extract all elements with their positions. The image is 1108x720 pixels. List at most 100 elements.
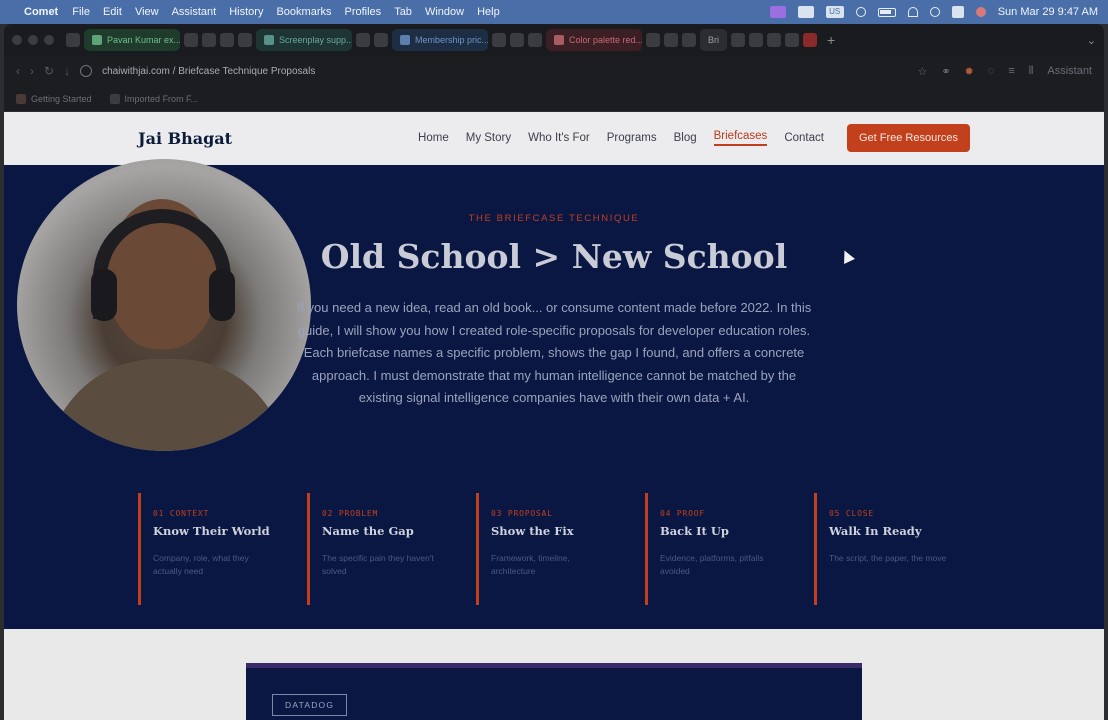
tab-overflow-icon[interactable]: ⌄ <box>1087 34 1096 47</box>
tab-color-palette[interactable]: Color palette red... <box>546 29 642 51</box>
split-view-icon[interactable]: ⫴ <box>1029 65 1034 78</box>
new-tab-icon[interactable]: + <box>827 32 835 48</box>
step-number: 05 CLOSE <box>829 509 874 518</box>
extension-icon[interactable]: ✹ <box>965 65 974 78</box>
minimize-window-button[interactable] <box>28 35 38 45</box>
pinned-tab-icon[interactable] <box>528 33 542 47</box>
tab-current[interactable]: Bri <box>700 29 727 51</box>
control-center-icon[interactable] <box>951 6 964 18</box>
sheet-icon <box>92 35 102 45</box>
pinned-tab-icon[interactable] <box>664 33 678 47</box>
youtube-tab-icon[interactable] <box>803 33 817 47</box>
web-page: Jai Bhagat Home My Story Who It's For Pr… <box>4 112 1104 720</box>
site-nav: Home My Story Who It's For Programs Blog… <box>418 124 970 152</box>
reload-icon[interactable]: ↻ <box>44 64 54 78</box>
pinned-tab-icon[interactable] <box>492 33 506 47</box>
step-description: Company, role, what they actually need <box>153 553 249 576</box>
tab-membership[interactable]: Membership pric... <box>392 29 488 51</box>
menu-edit[interactable]: Edit <box>103 6 122 18</box>
input-source-badge[interactable]: US <box>825 6 844 18</box>
step-close: 05 CLOSE Walk In Ready The script, the p… <box>814 493 983 605</box>
pinned-tab-icon[interactable] <box>356 33 370 47</box>
site-info-icon[interactable] <box>80 65 93 77</box>
hero-headline: Old School > New School <box>320 237 788 276</box>
github-tab-icon[interactable] <box>374 33 388 47</box>
menu-history[interactable]: History <box>229 6 263 18</box>
bookmark-star-icon[interactable]: ☆ <box>917 65 927 78</box>
presenter-body <box>47 359 287 451</box>
zoom-window-button[interactable] <box>44 35 54 45</box>
wifi-icon[interactable] <box>907 7 918 17</box>
hero-lead: If you need a new idea, read an old book… <box>296 300 812 405</box>
step-description: The specific pain they haven't solved <box>322 553 434 576</box>
bookmark-getting-started[interactable]: Getting Started <box>16 93 92 104</box>
url-field[interactable]: chaiwithjai.com / Briefcase Technique Pr… <box>102 66 315 77</box>
nav-contact[interactable]: Contact <box>784 132 824 144</box>
notion-icon[interactable] <box>797 6 814 18</box>
back-icon[interactable]: ‹ <box>16 64 20 78</box>
download-icon[interactable]: ↓ <box>64 64 70 78</box>
nav-home[interactable]: Home <box>418 132 449 144</box>
pinned-tab-icon[interactable] <box>785 33 799 47</box>
site-brand[interactable]: Jai Bhagat <box>138 129 232 148</box>
step-number: 04 PROOF <box>660 509 705 518</box>
nav-who-its-for[interactable]: Who It's For <box>528 132 590 144</box>
menu-help[interactable]: Help <box>477 6 500 18</box>
assistant-button[interactable]: Assistant <box>1047 65 1092 77</box>
menu-window[interactable]: Window <box>425 6 464 18</box>
pinned-tab-icon[interactable] <box>646 33 660 47</box>
pinned-tab-icon[interactable] <box>184 33 198 47</box>
close-window-button[interactable] <box>12 35 22 45</box>
webcam-overlay <box>17 159 311 451</box>
step-number: 02 PROBLEM <box>322 509 379 518</box>
link-icon[interactable]: ⚭ <box>941 65 950 78</box>
search-icon[interactable] <box>929 7 940 17</box>
menu-view[interactable]: View <box>135 6 159 18</box>
window-controls <box>12 35 54 45</box>
nav-my-story[interactable]: My Story <box>466 132 511 144</box>
tab-screenplay[interactable]: Screenplay supp... <box>256 29 352 51</box>
github-tab-icon[interactable] <box>66 33 80 47</box>
sync-icon[interactable]: ◌ <box>988 65 995 77</box>
nav-blog[interactable]: Blog <box>674 132 697 144</box>
menu-file[interactable]: File <box>72 6 90 18</box>
screen-record-icon[interactable] <box>769 6 786 18</box>
step-description: Framework, timeline, architecture <box>491 553 570 576</box>
headphone-cup <box>209 269 235 321</box>
browser-window: Pavan Kumar ex... Screenplay supp... Mem… <box>4 24 1104 720</box>
siri-icon[interactable] <box>975 7 986 17</box>
step-title: Know Their World <box>153 524 270 538</box>
battery-icon[interactable] <box>877 7 896 17</box>
step-title: Back It Up <box>660 524 729 538</box>
clock[interactable]: Sun Mar 29 9:47 AM <box>998 6 1098 18</box>
pinned-tab-icon[interactable] <box>749 33 763 47</box>
step-proposal: 03 PROPOSAL Show the Fix Framework, time… <box>476 493 645 605</box>
get-free-resources-button[interactable]: Get Free Resources <box>846 124 970 152</box>
menu-bookmarks[interactable]: Bookmarks <box>276 6 331 18</box>
doc-icon <box>264 35 274 45</box>
step-problem: 02 PROBLEM Name the Gap The specific pai… <box>307 493 476 605</box>
user-icon[interactable] <box>855 7 866 17</box>
menu-assistant[interactable]: Assistant <box>172 6 217 18</box>
pinned-tab-icon[interactable] <box>731 33 745 47</box>
bookmark-imported[interactable]: Imported From F... <box>109 93 198 104</box>
nav-programs[interactable]: Programs <box>607 132 657 144</box>
pinned-tab-icon[interactable] <box>682 33 696 47</box>
pinned-tab-icon[interactable] <box>238 33 252 47</box>
list-icon[interactable]: ≡ <box>1008 65 1014 77</box>
pinned-tab-icon[interactable] <box>202 33 216 47</box>
pinned-tab-icon[interactable] <box>767 33 781 47</box>
site-header: Jai Bhagat Home My Story Who It's For Pr… <box>4 112 1104 164</box>
address-bar: ‹ › ↻ ↓ chaiwithjai.com / Briefcase Tech… <box>4 56 1104 86</box>
nav-briefcases[interactable]: Briefcases <box>713 130 768 146</box>
pinned-tab-icon[interactable] <box>510 33 524 47</box>
pinned-tab-icon[interactable] <box>220 33 234 47</box>
app-menu[interactable]: Comet <box>24 6 58 18</box>
step-description: The script, the paper, the move <box>829 553 947 563</box>
briefcase-card[interactable]: DATADOG <box>246 663 862 720</box>
tab-pavan[interactable]: Pavan Kumar ex... <box>84 29 180 51</box>
forward-icon[interactable]: › <box>30 64 34 78</box>
step-context: 01 CONTEXT Know Their World Company, rol… <box>138 493 307 605</box>
menu-profiles[interactable]: Profiles <box>345 6 382 18</box>
menu-tab[interactable]: Tab <box>394 6 412 18</box>
